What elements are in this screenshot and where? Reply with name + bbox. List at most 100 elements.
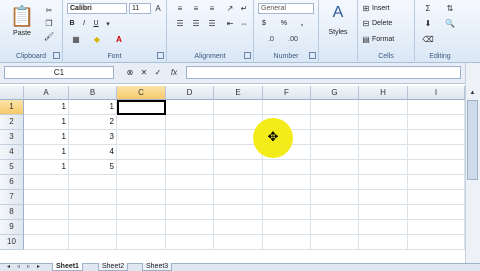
- decrease-indent-icon[interactable]: ⇤: [223, 18, 237, 29]
- cell-B8[interactable]: [69, 205, 117, 220]
- autosum-icon[interactable]: Σ: [421, 3, 435, 14]
- cell-H3[interactable]: [359, 130, 408, 145]
- cell-F9[interactable]: [263, 220, 311, 235]
- cell-A5[interactable]: 1: [24, 160, 69, 175]
- cell-D6[interactable]: [166, 175, 214, 190]
- cell-C6[interactable]: [117, 175, 166, 190]
- cell-D4[interactable]: [166, 145, 214, 160]
- cell-F1[interactable]: [263, 100, 311, 115]
- format-cells-icon[interactable]: ▤: [360, 34, 372, 44]
- comma-button[interactable]: ,: [296, 18, 308, 29]
- cell-G4[interactable]: [311, 145, 359, 160]
- cell-I9[interactable]: [408, 220, 465, 235]
- cell-H1[interactable]: [359, 100, 408, 115]
- cell-F7[interactable]: [263, 190, 311, 205]
- cell-C5[interactable]: [117, 160, 166, 175]
- borders-icon[interactable]: ▦: [69, 34, 83, 45]
- cell-E5[interactable]: [214, 160, 263, 175]
- align-right-icon[interactable]: ☰: [205, 18, 219, 29]
- cell-G3[interactable]: [311, 130, 359, 145]
- merge-center-icon[interactable]: ⇔: [237, 18, 251, 29]
- cut-icon[interactable]: ✂: [43, 5, 55, 15]
- cell-D5[interactable]: [166, 160, 214, 175]
- percent-button[interactable]: %: [278, 18, 290, 29]
- cell-G6[interactable]: [311, 175, 359, 190]
- fill-color-icon[interactable]: ◆: [89, 34, 105, 45]
- cell-B6[interactable]: [69, 175, 117, 190]
- close-icon[interactable]: ✕: [138, 66, 150, 79]
- font-launcher-icon[interactable]: [157, 52, 164, 59]
- check-icon[interactable]: ✓: [152, 66, 164, 79]
- cell-B4[interactable]: 4: [69, 145, 117, 160]
- cancel-entry-icon[interactable]: ⊗: [124, 66, 136, 79]
- cell-I2[interactable]: [408, 115, 465, 130]
- cell-H5[interactable]: [359, 160, 408, 175]
- cell-A2[interactable]: 1: [24, 115, 69, 130]
- cell-I1[interactable]: [408, 100, 465, 115]
- cell-H6[interactable]: [359, 175, 408, 190]
- cell-F10[interactable]: [263, 235, 311, 250]
- tab-nav-icon[interactable]: ▸: [34, 263, 43, 270]
- wrap-text-icon[interactable]: ↵: [237, 3, 251, 14]
- cell-D1[interactable]: [166, 100, 214, 115]
- insert-button[interactable]: Insert: [372, 3, 412, 13]
- row-header[interactable]: 9: [0, 220, 24, 235]
- cell-G9[interactable]: [311, 220, 359, 235]
- cell-I8[interactable]: [408, 205, 465, 220]
- styles-icon[interactable]: A: [328, 3, 348, 23]
- grow-font-icon[interactable]: A: [153, 3, 163, 14]
- paste-icon[interactable]: 📋: [8, 3, 36, 29]
- number-launcher-icon[interactable]: [309, 52, 316, 59]
- cell-G2[interactable]: [311, 115, 359, 130]
- cell-C9[interactable]: [117, 220, 166, 235]
- italic-button[interactable]: I: [79, 18, 89, 29]
- column-header[interactable]: H: [359, 86, 408, 100]
- column-header[interactable]: A: [24, 86, 69, 100]
- cell-G7[interactable]: [311, 190, 359, 205]
- paste-button[interactable]: Paste: [6, 29, 38, 37]
- sort-filter-icon[interactable]: ⇅: [443, 3, 457, 14]
- cell-E9[interactable]: [214, 220, 263, 235]
- cell-A6[interactable]: [24, 175, 69, 190]
- active-cell-C1[interactable]: [117, 100, 166, 115]
- cell-A9[interactable]: [24, 220, 69, 235]
- font-size-combo[interactable]: 11: [129, 3, 151, 14]
- number-format-combo[interactable]: General: [258, 3, 314, 14]
- cell-G8[interactable]: [311, 205, 359, 220]
- cell-B9[interactable]: [69, 220, 117, 235]
- column-header[interactable]: E: [214, 86, 263, 100]
- column-header[interactable]: F: [263, 86, 311, 100]
- cell-C7[interactable]: [117, 190, 166, 205]
- cell-A10[interactable]: [24, 235, 69, 250]
- cell-B7[interactable]: [69, 190, 117, 205]
- cell-A7[interactable]: [24, 190, 69, 205]
- align-top-icon[interactable]: ≡: [173, 3, 187, 14]
- styles-button[interactable]: Styles: [321, 28, 355, 37]
- orientation-icon[interactable]: ↗: [223, 3, 237, 14]
- fill-icon[interactable]: ⬇: [421, 18, 435, 29]
- cell-B2[interactable]: 2: [69, 115, 117, 130]
- cell-A1[interactable]: 1: [24, 100, 69, 115]
- cell-B1[interactable]: 1: [69, 100, 117, 115]
- underline-button[interactable]: U: [91, 18, 101, 29]
- cell-C8[interactable]: [117, 205, 166, 220]
- decrease-decimal-icon[interactable]: .00: [284, 34, 302, 45]
- cell-B10[interactable]: [69, 235, 117, 250]
- alignment-launcher-icon[interactable]: [244, 52, 251, 59]
- cell-B5[interactable]: 5: [69, 160, 117, 175]
- cell-H10[interactable]: [359, 235, 408, 250]
- increase-decimal-icon[interactable]: .0: [262, 34, 280, 45]
- cell-D7[interactable]: [166, 190, 214, 205]
- cell-G1[interactable]: [311, 100, 359, 115]
- cell-I4[interactable]: [408, 145, 465, 160]
- cell-A4[interactable]: 1: [24, 145, 69, 160]
- cell-C2[interactable]: [117, 115, 166, 130]
- column-header[interactable]: G: [311, 86, 359, 100]
- clear-icon[interactable]: ⌫: [421, 34, 435, 45]
- cell-D8[interactable]: [166, 205, 214, 220]
- tab-nav-icon[interactable]: ▹: [24, 263, 33, 270]
- cell-H9[interactable]: [359, 220, 408, 235]
- bold-button[interactable]: B: [67, 18, 77, 29]
- column-header[interactable]: I: [408, 86, 465, 100]
- insert-function-button[interactable]: fx: [166, 66, 182, 79]
